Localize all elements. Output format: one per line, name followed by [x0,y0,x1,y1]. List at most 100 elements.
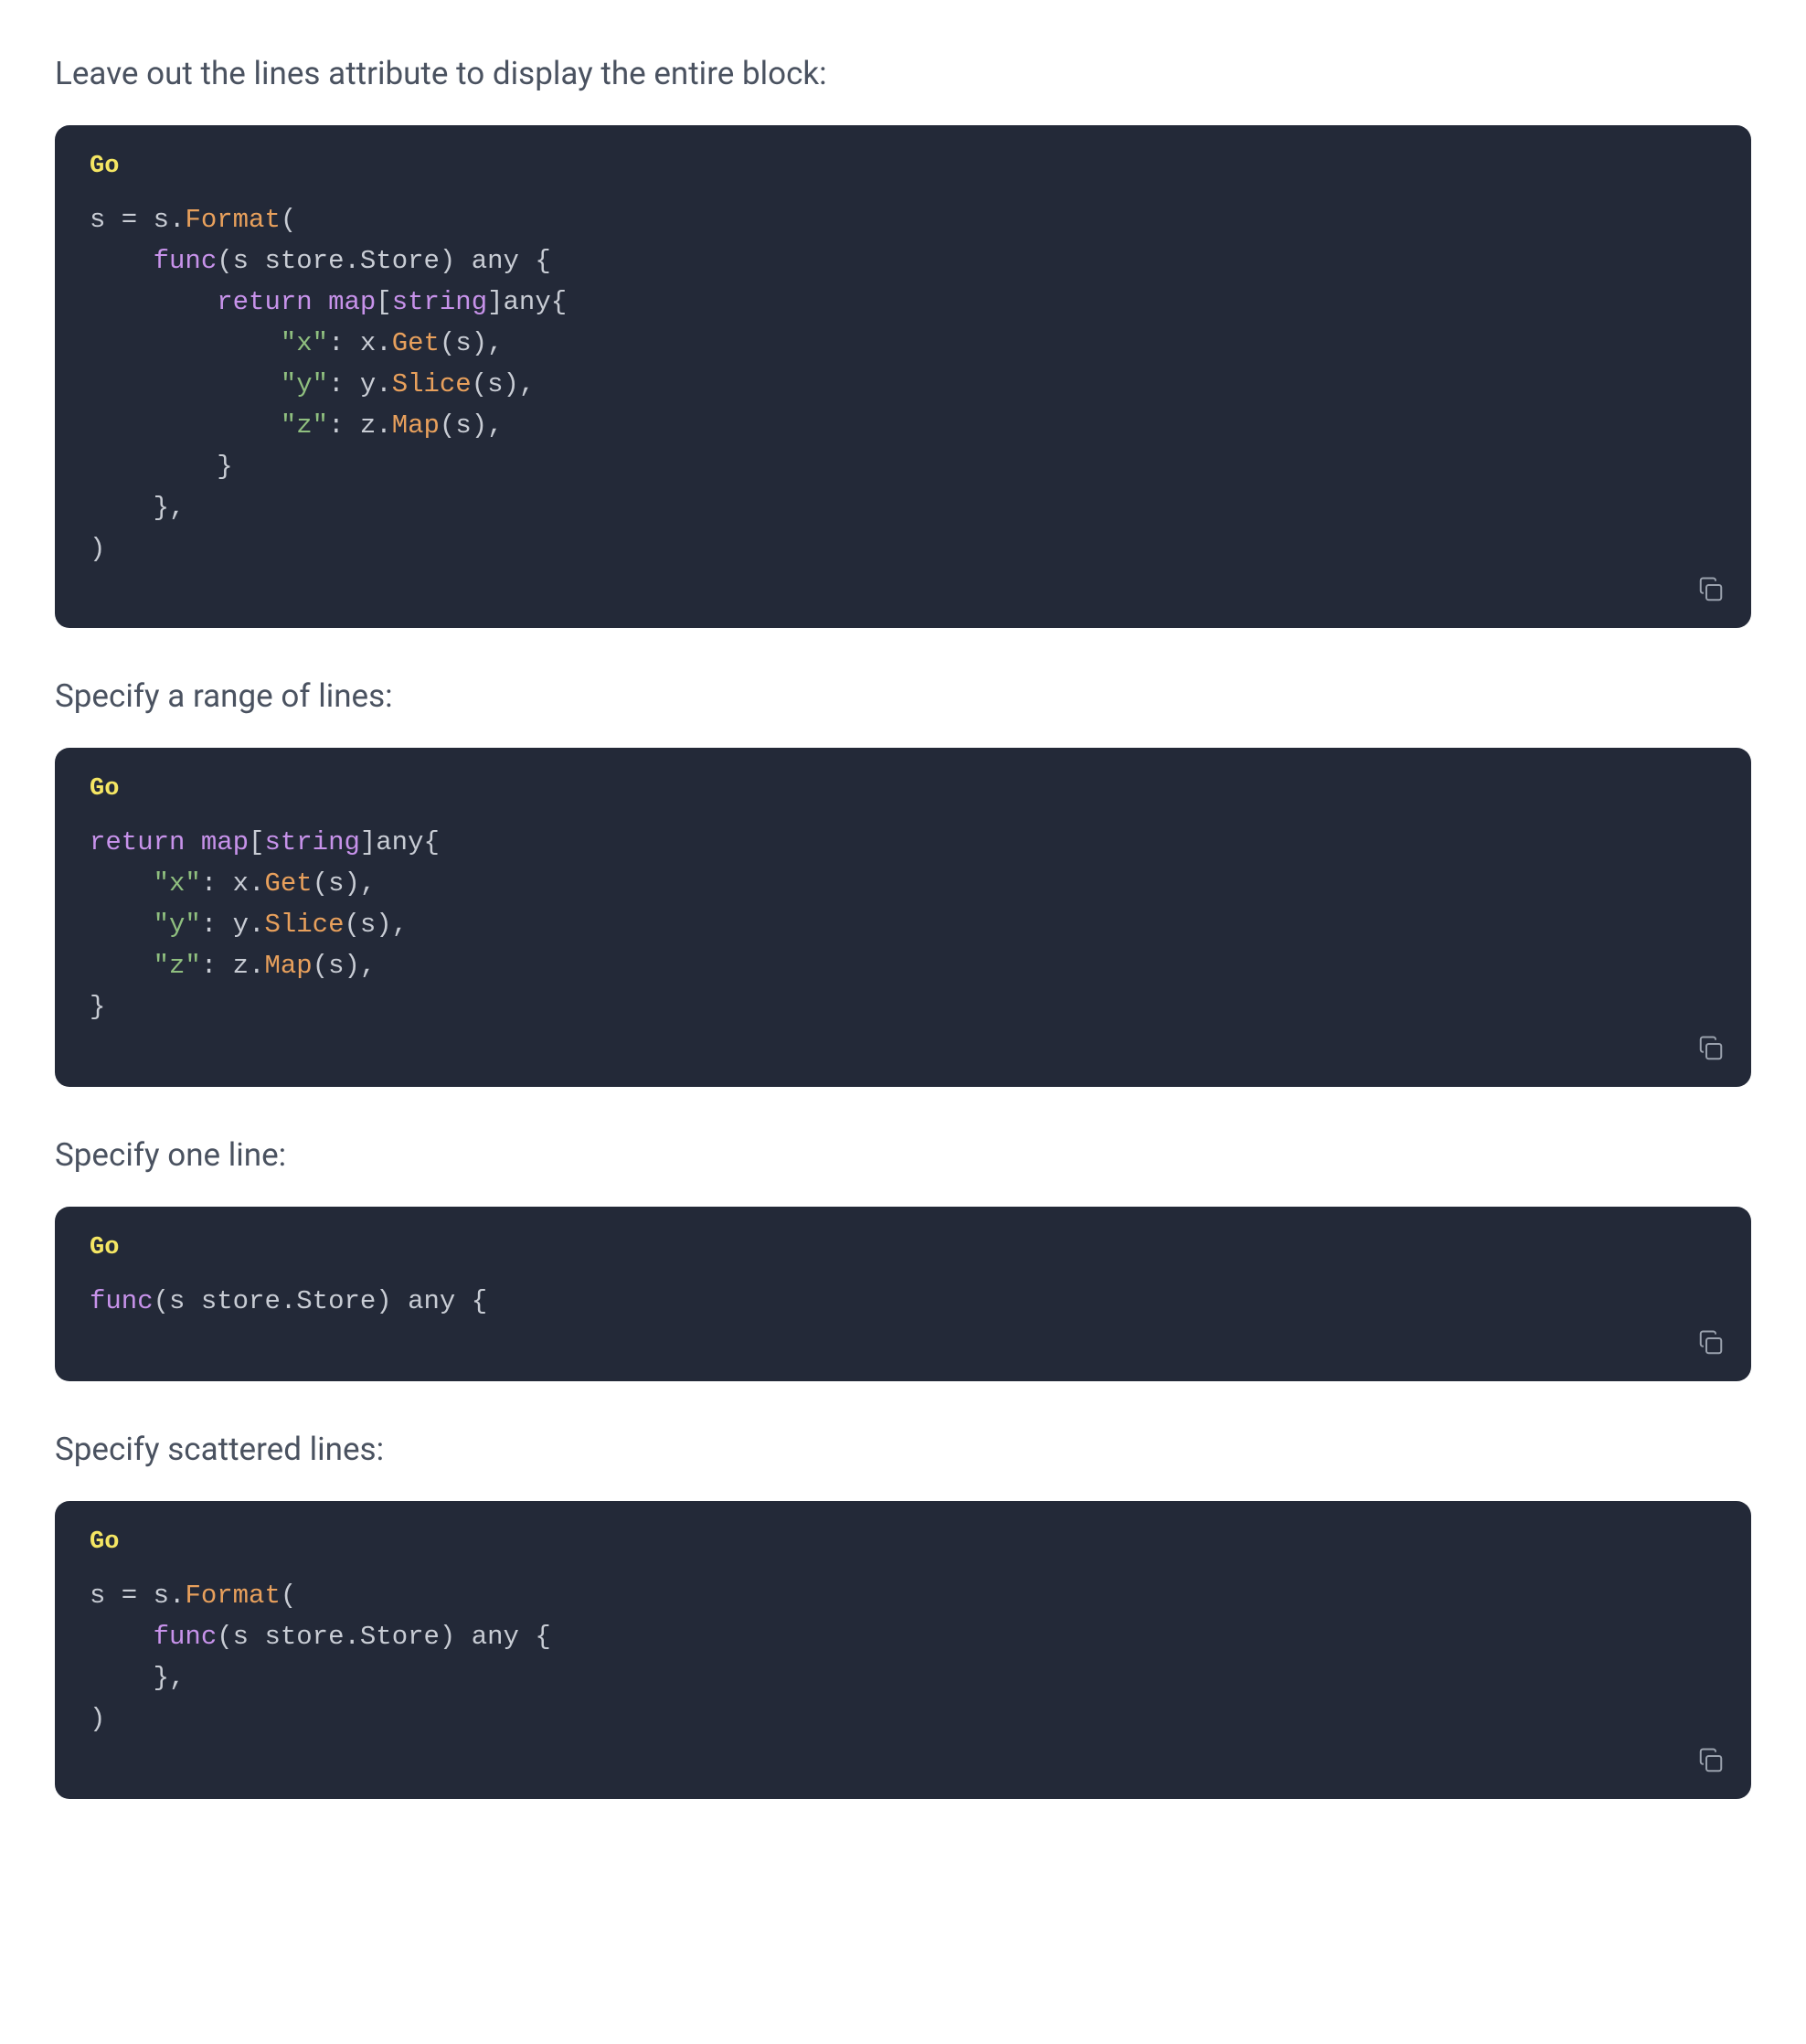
code-token: ( [313,951,328,981]
code-token: s [487,369,503,399]
code-token: : [328,410,360,441]
code-token [90,328,281,358]
code-token: ), [504,369,536,399]
code-token: s [455,328,471,358]
code-token [313,287,328,317]
code-token: [ [249,827,264,857]
code-token: : [201,951,233,981]
code-token: s [169,1286,185,1316]
code-token: Get [392,328,440,358]
code-token: map [201,827,249,857]
code-token: ( [281,205,296,235]
code-token [249,246,264,276]
code-token: . [281,1286,296,1316]
code-token: "z" [154,951,201,981]
code-token: . [169,1581,185,1611]
code-token: Map [264,951,312,981]
code-token: . [169,205,185,235]
code-token: map [328,287,376,317]
code-token: }, [90,1663,185,1693]
code-token: ) [376,1286,408,1316]
code-token: ), [345,868,377,899]
code-token: ( [281,1581,296,1611]
code-token: "x" [154,868,201,899]
code-token: y [360,369,376,399]
code-token: . [344,1622,359,1652]
code-token: y [233,910,249,940]
code-token: any [472,1622,519,1652]
code-token: : [201,910,233,940]
code-token: Map [392,410,440,441]
code-token [90,1622,154,1652]
code-token: any [376,827,423,857]
code-token: "x" [281,328,328,358]
code-token: : [328,369,360,399]
code-block: Go func(s store.Store) any { [55,1207,1751,1381]
copy-icon [1697,576,1725,607]
code-token: s [233,1622,249,1652]
section-intro: Specify a range of lines: [55,677,1751,715]
code-token: . [344,246,359,276]
code-token: [ [376,287,391,317]
section-intro: Specify scattered lines: [55,1431,1751,1468]
code-token: Format [185,205,280,235]
code-token: s [455,410,471,441]
code-token: . [249,910,264,940]
code-content: func(s store.Store) any { [90,1282,1716,1323]
code-token [185,827,200,857]
code-token: store [264,246,344,276]
code-token: . [376,369,391,399]
copy-button[interactable] [1694,1746,1727,1779]
code-block: Goreturn map[string]any{ "x": x.Get(s), … [55,748,1751,1087]
code-token: Get [264,868,312,899]
code-token: return [217,287,312,317]
code-token: s [154,205,169,235]
code-token: "y" [281,369,328,399]
code-token: ) [90,1704,105,1734]
code-token: s [154,1581,169,1611]
code-token [90,369,281,399]
language-label: Go [90,1234,1716,1262]
code-token: ( [440,328,455,358]
code-token [90,246,154,276]
code-block: Gos = s.Format( func(s store.Store) any … [55,125,1751,628]
code-token [90,951,154,981]
copy-icon [1697,1747,1725,1778]
code-token: "z" [281,410,328,441]
code-token: Store [296,1286,376,1316]
code-token: ), [472,328,504,358]
code-token: store [264,1622,344,1652]
copy-button[interactable] [1694,575,1727,608]
code-token: = [105,1581,153,1611]
code-token [90,868,154,899]
code-token: z [360,410,376,441]
code-token: s [328,868,344,899]
code-token: . [249,951,264,981]
code-token: s [328,951,344,981]
copy-button[interactable] [1694,1034,1727,1067]
copy-button[interactable] [1694,1328,1727,1361]
document-root: Leave out the lines attribute to display… [55,55,1751,1799]
code-token [90,910,154,940]
code-content: return map[string]any{ "x": x.Get(s), "y… [90,823,1716,1028]
code-token: Slice [392,369,472,399]
code-token: any [408,1286,455,1316]
code-token: Format [185,1581,280,1611]
code-token: ) [440,1622,472,1652]
code-token: ( [344,910,359,940]
code-token: string [264,827,359,857]
code-token: "y" [154,910,201,940]
code-token: Slice [264,910,344,940]
code-content: s = s.Format( func(s store.Store) any { … [90,1576,1716,1741]
code-token: ), [345,951,377,981]
code-token: z [233,951,249,981]
code-token: ( [313,868,328,899]
code-token: s [90,1581,105,1611]
code-token: func [90,1286,154,1316]
code-token: ] [360,827,376,857]
code-token: { [519,1622,551,1652]
code-token: { [551,287,567,317]
code-token: . [376,410,391,441]
language-label: Go [90,1528,1716,1556]
code-token: ( [472,369,487,399]
